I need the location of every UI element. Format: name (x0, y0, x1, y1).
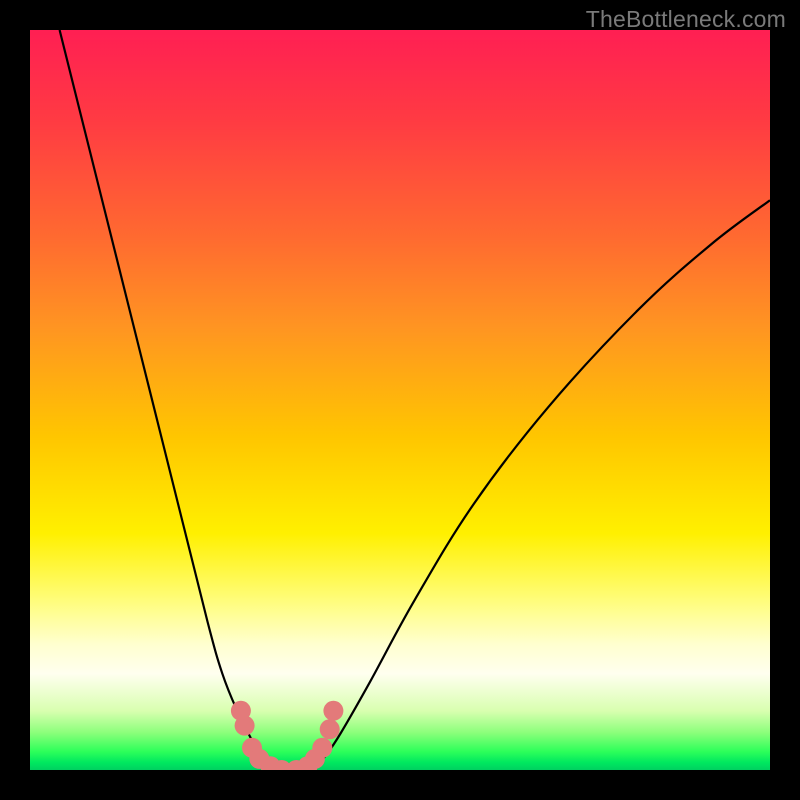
curve-markers (231, 701, 344, 770)
curve-marker (320, 719, 340, 739)
bottleneck-curve-right (304, 200, 770, 770)
plot-area (30, 30, 770, 770)
curve-marker (312, 738, 332, 758)
attribution-label: TheBottleneck.com (586, 6, 786, 33)
curves-svg (30, 30, 770, 770)
chart-frame: TheBottleneck.com (0, 0, 800, 800)
curve-marker (235, 716, 255, 736)
bottleneck-curve-left (60, 30, 282, 770)
curve-marker (323, 701, 343, 721)
